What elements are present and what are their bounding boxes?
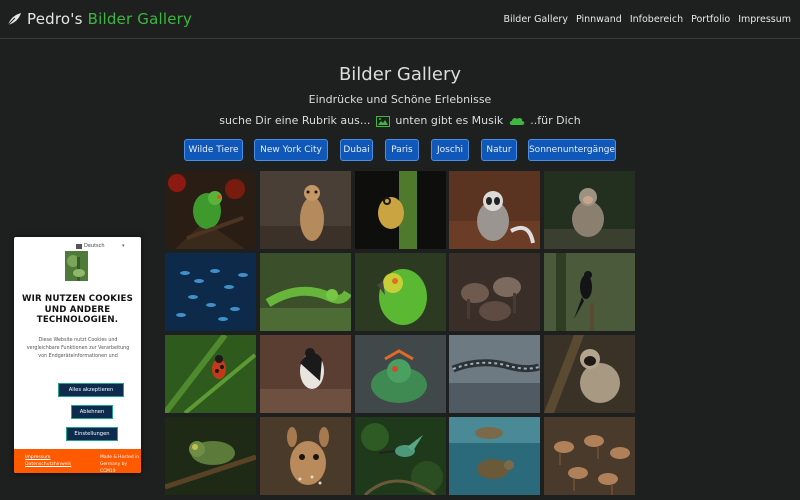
brand-link[interactable]: Pedro's Bilder Gallery — [6, 10, 192, 28]
cookie-footer: Impressum Datenschutzhinweis Made & Host… — [14, 449, 141, 473]
category-new-york-city[interactable]: New York City — [254, 139, 328, 161]
photo-parrot[interactable] — [165, 171, 256, 249]
category-paris[interactable]: Paris — [385, 139, 419, 161]
category-sonnenuntergaenge[interactable]: Sonnenuntergänge — [528, 139, 616, 161]
language-selector[interactable]: Deutsch ▾ — [76, 243, 125, 249]
nav-infobereich[interactable]: Infobereich — [630, 14, 683, 25]
photo-lemur[interactable] — [449, 171, 540, 249]
made-in-germany-note: Made & Hosted in Germany by CCM19 — [100, 455, 140, 473]
cookie-title: WIR NUTZEN COOKIES UND ANDERE TECHNOLOGI… — [21, 294, 134, 326]
photo-black-bird[interactable] — [544, 253, 635, 331]
cookie-description: Diese Website nutzt Cookies und vergleic… — [26, 338, 130, 360]
image-icon — [375, 115, 390, 127]
chevron-down-icon: ▾ — [122, 243, 125, 249]
photo-horses[interactable] — [449, 253, 540, 331]
cloud-icon — [509, 117, 525, 125]
photo-turtle[interactable] — [449, 417, 540, 495]
category-buttons: Wilde Tiere New York City Dubai Paris Jo… — [0, 139, 800, 163]
photo-hummingbird[interactable] — [355, 417, 446, 495]
photo-green-parrot[interactable] — [355, 253, 446, 331]
leaf-icon — [7, 13, 21, 26]
photo-meerkat[interactable] — [260, 171, 351, 249]
brand-name: Pedro's Bilder Gallery — [27, 10, 192, 28]
impressum-link[interactable]: Impressum — [25, 454, 71, 461]
nav-impressum[interactable]: Impressum — [738, 14, 791, 25]
intro-text-after: ..für Dich — [530, 114, 581, 127]
category-natur[interactable]: Natur — [481, 139, 517, 161]
photo-monkey[interactable] — [544, 171, 635, 249]
settings-button[interactable]: Einstellungen — [66, 427, 118, 441]
brand-name-accent: Bilder Gallery — [87, 10, 193, 28]
image-gallery — [165, 171, 635, 500]
language-label: Deutsch — [84, 243, 105, 249]
category-joschi[interactable]: Joschi — [431, 139, 469, 161]
photo-iguana[interactable] — [355, 335, 446, 413]
photo-frog[interactable] — [355, 171, 446, 249]
brand-name-plain: Pedro's — [27, 10, 83, 28]
photo-cormorant[interactable] — [260, 335, 351, 413]
category-wilde-tiere[interactable]: Wilde Tiere — [184, 139, 243, 161]
photo-gecko[interactable] — [449, 335, 540, 413]
photo-bug[interactable] — [165, 335, 256, 413]
cookie-logo — [65, 251, 88, 281]
photo-fish-school[interactable] — [165, 253, 256, 331]
main-nav: Bilder Gallery Pinnwand Infobereich Port… — [504, 14, 791, 25]
photo-deer-herd[interactable] — [544, 417, 635, 495]
privacy-link[interactable]: Datenschutzhinweis — [25, 461, 71, 468]
category-dubai[interactable]: Dubai — [340, 139, 373, 161]
flag-icon — [76, 243, 82, 249]
photo-lizard[interactable] — [260, 253, 351, 331]
page-subtitle: Eindrücke und Schöne Erlebnisse — [308, 93, 492, 106]
photo-chameleon[interactable] — [165, 417, 256, 495]
nav-pinnwand[interactable]: Pinnwand — [576, 14, 622, 25]
photo-langur[interactable] — [544, 335, 635, 413]
photo-fawn[interactable] — [260, 417, 351, 495]
intro-line: suche Dir eine Rubrik aus... unten gibt … — [0, 114, 800, 127]
top-navbar: Pedro's Bilder Gallery Bilder Gallery Pi… — [0, 0, 800, 39]
intro-text-before: suche Dir eine Rubrik aus... — [219, 114, 371, 127]
cookie-consent-dialog: Deutsch ▾ WIR NUTZEN COOKIES UND ANDERE … — [14, 237, 141, 473]
page-title: Bilder Gallery — [338, 64, 462, 85]
accept-all-button[interactable]: Alles akzeptieren — [58, 383, 124, 397]
intro-text-middle: unten gibt es Musik — [395, 114, 504, 127]
reject-button[interactable]: Ablehnen — [71, 405, 113, 419]
nav-portfolio[interactable]: Portfolio — [691, 14, 730, 25]
nav-bilder-gallery[interactable]: Bilder Gallery — [504, 14, 568, 25]
cookie-footer-links: Impressum Datenschutzhinweis — [25, 454, 71, 468]
